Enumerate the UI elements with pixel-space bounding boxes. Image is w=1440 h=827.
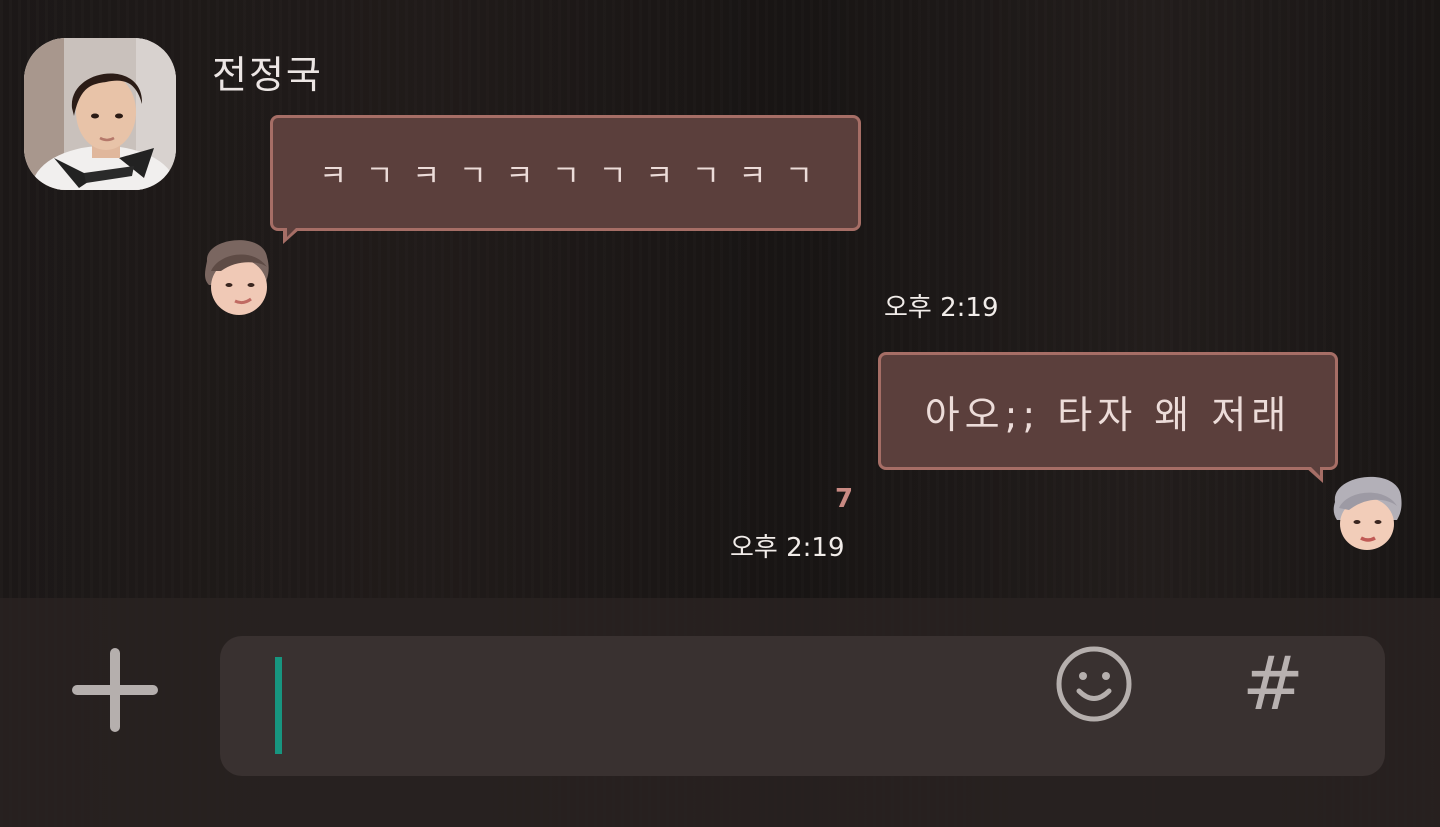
outgoing-message-bubble[interactable]: 아오;; 타자 왜 저래 [878, 352, 1338, 470]
plus-icon [72, 648, 158, 732]
text-caret [275, 657, 282, 754]
message-field[interactable] [220, 636, 1385, 776]
outgoing-timestamp: 오후 2:19 [730, 533, 845, 563]
message-input[interactable] [276, 656, 980, 758]
emoji-button[interactable] [1054, 644, 1134, 724]
outgoing-sticker [1327, 466, 1407, 552]
sender-photo [24, 38, 176, 190]
incoming-message-text: ㅋㄱㅋㄱㅋㄱㄱㅋㄱㅋㄱ [319, 159, 832, 194]
outgoing-bubble-tail-fill [1309, 465, 1320, 476]
sender-avatar[interactable] [24, 38, 176, 190]
chat-screen: 전정국 ㅋㄱㅋㄱㅋㄱㄱㅋㄱㅋㄱ 오후 2:19 아오;; 타자 왜 저래 7 오… [0, 0, 1440, 827]
incoming-sticker [197, 231, 277, 317]
incoming-message-bubble[interactable]: ㅋㄱㅋㄱㅋㄱㄱㅋㄱㅋㄱ [270, 115, 861, 231]
hashtag-button[interactable]: # [1238, 644, 1308, 724]
smiley-icon [1056, 646, 1132, 722]
incoming-timestamp: 오후 2:19 [884, 293, 999, 323]
attach-button[interactable] [68, 644, 162, 736]
sender-name: 전정국 [212, 53, 323, 97]
incoming-bubble-tail-fill [287, 226, 298, 237]
unread-count: 7 [835, 484, 854, 514]
outgoing-message-text: 아오;; 타자 왜 저래 [924, 392, 1292, 437]
